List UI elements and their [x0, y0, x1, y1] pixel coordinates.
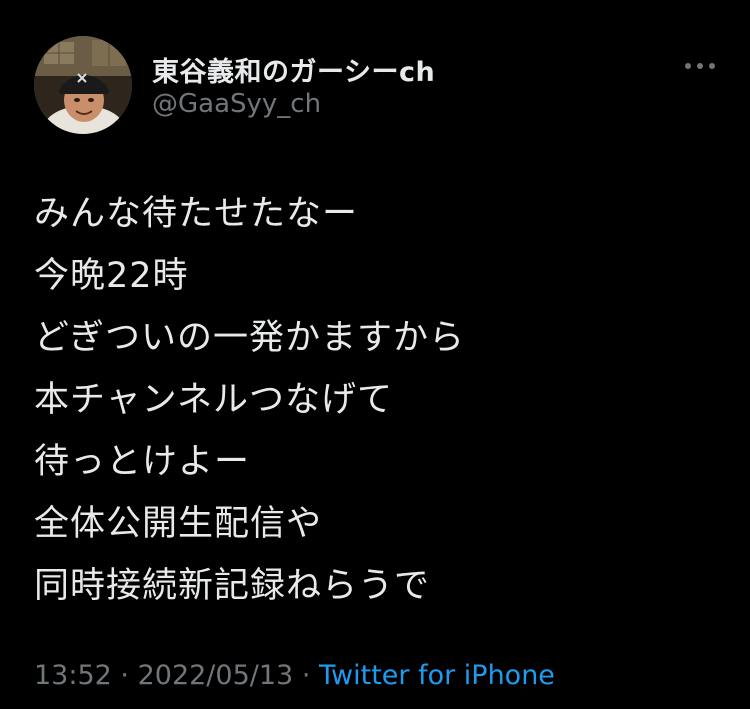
- author-display-name[interactable]: 東谷義和のガーシーch: [152, 50, 435, 89]
- tweet-text-line: 同時接続新記録ねらうで: [34, 566, 431, 606]
- tweet-source-link[interactable]: Twitter for iPhone: [319, 660, 555, 691]
- avatar[interactable]: [34, 36, 132, 134]
- meta-separator: ·: [301, 660, 311, 691]
- avatar-photo-icon: [34, 36, 132, 134]
- more-horizontal-icon: [685, 63, 715, 69]
- tweet-text-line: 今晩22時: [34, 256, 189, 296]
- tweet-text-line: 全体公開生配信や: [34, 504, 323, 544]
- more-options-button[interactable]: [680, 52, 720, 80]
- tweet-text: みんな待たせたなー 今晩22時 どぎついの一発かますから 本チャンネルつなげて …: [34, 183, 724, 617]
- tweet: 東谷義和のガーシーch @GaaSyy_ch みんな待たせたなー 今晩22時 ど…: [0, 0, 750, 709]
- tweet-time[interactable]: 13:52: [34, 660, 112, 691]
- author-handle[interactable]: @GaaSyy_ch: [152, 89, 321, 119]
- meta-separator: ·: [120, 660, 129, 691]
- tweet-text-line: どぎついの一発かますから: [34, 318, 465, 358]
- tweet-text-line: 待っとけよー: [34, 442, 251, 482]
- tweet-text-line: みんな待たせたなー: [34, 194, 359, 234]
- tweet-date[interactable]: 2022/05/13: [138, 660, 294, 691]
- tweet-text-line: 本チャンネルつなげて: [34, 380, 393, 420]
- tweet-metadata: 13:52 · 2022/05/13 · Twitter for iPhone: [34, 660, 555, 691]
